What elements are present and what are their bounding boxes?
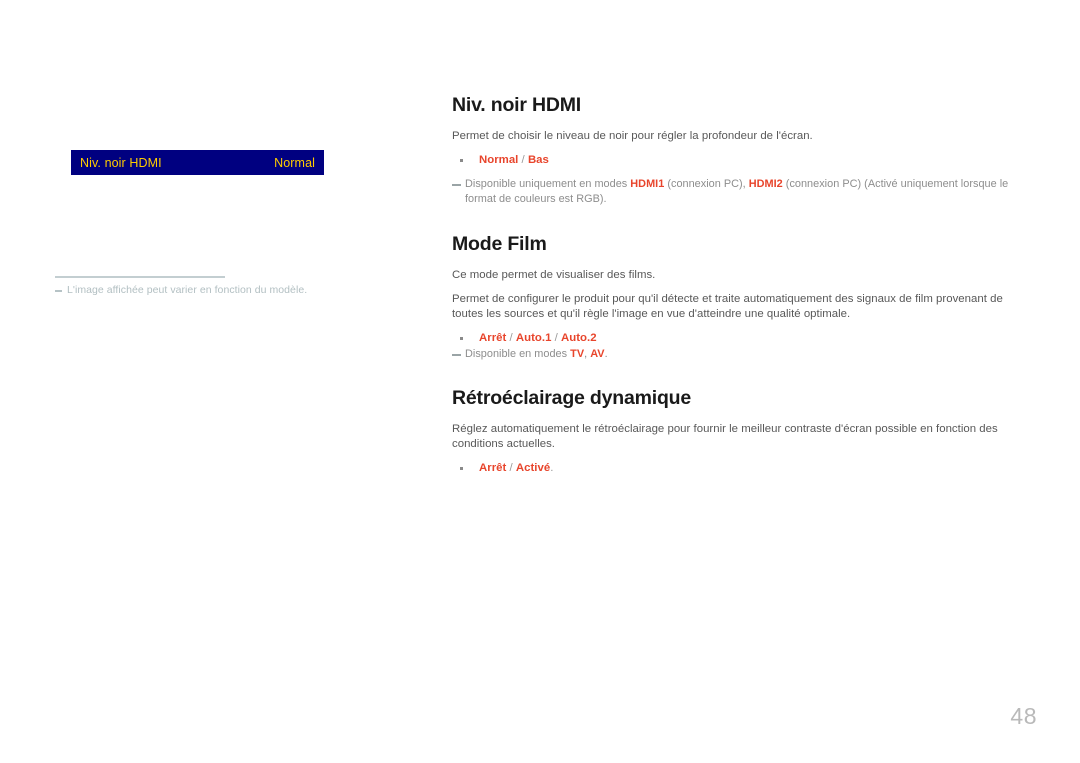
option-list-item: Normal / Bas — [452, 153, 1037, 168]
dash-icon — [452, 184, 461, 186]
section-heading: Mode Film — [452, 233, 547, 255]
option-separator: / — [506, 332, 516, 344]
option-value-1: Arrêt — [479, 332, 507, 344]
manual-page: Niv. noir HDMI Normal L'image affichée p… — [0, 0, 1080, 763]
bullet-square-icon — [460, 337, 463, 340]
note-highlight-tv: TV — [570, 348, 585, 360]
note-mid: (connexion PC), — [664, 178, 749, 190]
option-separator: / — [551, 332, 562, 344]
availability-note: Disponible uniquement en modes HDMI1 (co… — [452, 177, 1037, 207]
option-value-2: Auto.1 — [515, 332, 552, 344]
section-film-mode: Mode Film Ce mode permet de visualiser d… — [452, 232, 1037, 362]
section-hdmi-black-level: Niv. noir HDMI Permet de choisir le nive… — [452, 93, 1037, 207]
section-paragraph: Permet de choisir le niveau de noir pour… — [452, 130, 813, 142]
option-trailing-punct: . — [550, 462, 554, 474]
dash-icon — [55, 290, 62, 292]
availability-note: Disponible en modes TV, AV. — [452, 347, 1037, 362]
option-values: Normal / Bas — [479, 153, 549, 168]
option-values: Arrêt / Auto.1 / Auto.2 — [479, 331, 597, 346]
note-highlight-hdmi1: HDMI1 — [630, 178, 665, 190]
section-dynamic-backlight: Rétroéclairage dynamique Réglez automati… — [452, 386, 1037, 476]
section-paragraph-1: Ce mode permet de visualiser des films. — [452, 269, 656, 281]
option-list-item: Arrêt / Auto.1 / Auto.2 — [452, 331, 1037, 346]
image-disclaimer-note: L'image affichée peut varier en fonction… — [55, 283, 385, 297]
option-value-1: Normal — [479, 154, 519, 166]
note-prefix: Disponible uniquement en modes — [465, 178, 631, 190]
note-highlight-hdmi2: HDMI2 — [748, 178, 783, 190]
option-separator: / — [518, 154, 528, 166]
note-prefix: Disponible en modes — [465, 348, 571, 360]
section-paragraph-2: Permet de configurer le produit pour qu'… — [452, 293, 1003, 320]
bullet-square-icon — [460, 159, 463, 162]
dash-icon — [452, 354, 461, 356]
option-value-3: Auto.2 — [561, 332, 597, 344]
option-value-1: Arrêt — [479, 462, 507, 474]
content-column: Niv. noir HDMI Permet de choisir le nive… — [452, 93, 1037, 476]
osd-menu-label: Niv. noir HDMI — [80, 155, 162, 170]
note-suffix: . — [604, 348, 608, 360]
option-separator: / — [506, 462, 516, 474]
footnote-divider — [55, 276, 225, 278]
availability-note-text: Disponible en modes TV, AV. — [465, 347, 608, 362]
note-highlight-av: AV — [590, 348, 605, 360]
image-disclaimer-text: L'image affichée peut varier en fonction… — [67, 284, 308, 296]
section-paragraph: Réglez automatiquement le rétroéclairage… — [452, 423, 998, 450]
section-heading: Rétroéclairage dynamique — [452, 387, 692, 409]
section-heading: Niv. noir HDMI — [452, 94, 582, 116]
option-value-2: Activé — [515, 462, 551, 474]
osd-menu-value: Normal — [274, 155, 315, 170]
bullet-square-icon — [460, 467, 463, 470]
availability-note-text: Disponible uniquement en modes HDMI1 (co… — [465, 177, 1037, 207]
osd-menu-bar: Niv. noir HDMI Normal — [71, 150, 324, 175]
option-value-2: Bas — [527, 154, 549, 166]
option-values: Arrêt / Activé. — [479, 461, 553, 476]
option-list-item: Arrêt / Activé. — [452, 461, 1037, 476]
page-number: 48 — [1010, 703, 1037, 729]
